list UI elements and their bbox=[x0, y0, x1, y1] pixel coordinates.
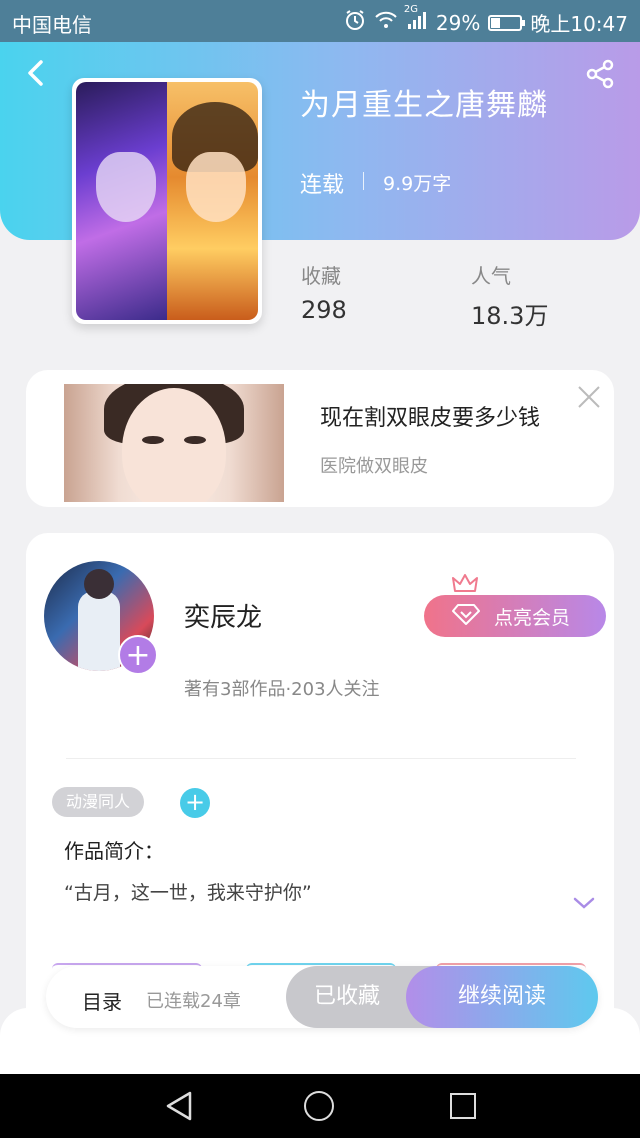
favorites-label: 收藏 bbox=[301, 264, 341, 288]
wifi-icon bbox=[374, 10, 398, 35]
follow-button[interactable]: + bbox=[118, 635, 158, 675]
popularity-label: 人气 bbox=[471, 264, 511, 288]
intro-title: 作品简介： bbox=[64, 839, 164, 863]
favorites-count: 298 bbox=[301, 296, 347, 324]
vip-label: 点亮会员 bbox=[494, 606, 571, 629]
crown-icon bbox=[452, 573, 478, 595]
book-status: 连载 bbox=[300, 173, 345, 198]
book-cover[interactable] bbox=[72, 78, 262, 324]
nav-recent-icon[interactable] bbox=[450, 1093, 476, 1119]
chapter-count[interactable]: 已连载24章 bbox=[146, 987, 241, 1013]
signal-icon: 2G bbox=[404, 4, 428, 35]
toc-button[interactable]: 目录 bbox=[82, 986, 122, 1015]
status-divider bbox=[363, 172, 364, 190]
author-name[interactable]: 奕辰龙 bbox=[184, 597, 262, 634]
system-nav-bar bbox=[0, 1074, 640, 1138]
tag-item[interactable]: 动漫同人 bbox=[52, 787, 145, 817]
close-icon[interactable] bbox=[576, 384, 602, 410]
book-word-count: 9.9万字 bbox=[383, 173, 452, 195]
status-bar: 中国电信 2G 29% 晚上10:47 bbox=[0, 0, 640, 42]
chevron-down-icon[interactable] bbox=[572, 895, 596, 911]
ad-subtitle: 医院做双眼皮 bbox=[320, 456, 428, 477]
author-meta: 著有3部作品·203人关注 bbox=[184, 679, 380, 700]
book-title: 为月重生之唐舞麟 bbox=[300, 88, 548, 123]
diamond-icon bbox=[452, 603, 480, 630]
network-type: 2G bbox=[403, 4, 419, 15]
nav-home-icon[interactable] bbox=[304, 1091, 334, 1121]
back-icon[interactable] bbox=[22, 58, 52, 88]
carrier-name: 中国电信 bbox=[12, 13, 92, 37]
vip-button[interactable]: 点亮会员 bbox=[424, 595, 606, 637]
clock: 晚上10:47 bbox=[530, 12, 628, 36]
nav-back-icon[interactable] bbox=[164, 1090, 194, 1122]
battery-icon bbox=[488, 14, 526, 31]
add-tag-button[interactable]: + bbox=[180, 788, 210, 818]
alarm-icon bbox=[344, 9, 366, 36]
battery-percent: 29% bbox=[435, 10, 481, 35]
action-bar: 目录 已连载24章 已收藏 继续阅读 bbox=[46, 966, 598, 1028]
ad-card[interactable]: 现在割双眼皮要多少钱 医院做双眼皮 bbox=[26, 370, 614, 507]
popularity-count: 18.3万 bbox=[471, 302, 549, 330]
intro-text: “古月，这一世，我来守护你” bbox=[64, 882, 312, 904]
ad-image bbox=[64, 384, 284, 502]
share-icon[interactable] bbox=[584, 58, 616, 90]
ad-title: 现在割双眼皮要多少钱 bbox=[320, 406, 541, 431]
continue-reading-button[interactable]: 继续阅读 bbox=[406, 966, 598, 1028]
divider bbox=[66, 758, 576, 759]
